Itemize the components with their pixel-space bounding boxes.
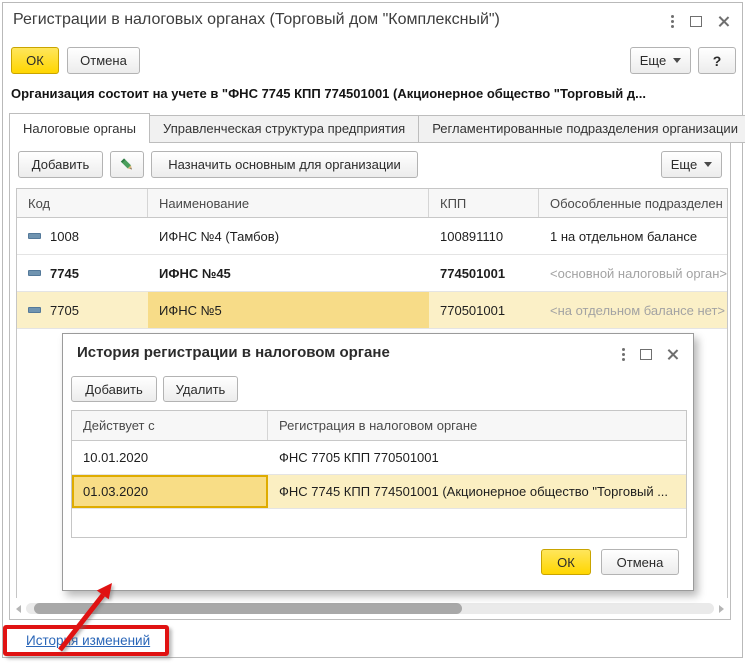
table-row[interactable]: 1008 ИФНС №4 (Тамбов) 100891110 1 на отд… [17, 218, 727, 255]
code-value: 7705 [50, 302, 79, 318]
panel-more-button[interactable]: Еще [661, 151, 722, 178]
chevron-down-icon [673, 58, 682, 63]
ok-button[interactable]: ОК [11, 47, 59, 74]
table-row-selected[interactable]: 7705 ИФНС №5 770501001 <на отдельном бал… [17, 292, 727, 329]
cell-kpp[interactable]: 100891110 [429, 218, 539, 254]
cell-kpp[interactable]: 774501001 [429, 255, 539, 291]
registration-history-dialog: История регистрации в налоговом органе Д… [62, 333, 694, 591]
cell-date[interactable]: 10.01.2020 [72, 441, 268, 474]
cell-code[interactable]: 7705 [17, 292, 148, 328]
edit-button[interactable] [110, 151, 144, 178]
help-button[interactable]: ? [698, 47, 736, 74]
more-button-label: Еще [639, 53, 667, 68]
dialog-close-icon[interactable] [666, 348, 679, 361]
dialog-add-button[interactable]: Добавить [71, 376, 157, 402]
dialog-menu-icon[interactable] [620, 347, 626, 361]
column-header-name[interactable]: Наименование [148, 189, 429, 217]
more-button[interactable]: Еще [630, 47, 691, 74]
table-row-selected[interactable]: 01.03.2020 ФНС 7745 КПП 774501001 (Акцио… [72, 475, 686, 509]
row-marker-icon [28, 307, 41, 313]
row-marker-icon [28, 270, 41, 276]
cell-registration[interactable]: ФНС 7745 КПП 774501001 (Акционерное обще… [268, 475, 686, 508]
dialog-delete-button[interactable]: Удалить [163, 376, 238, 402]
column-header-effective-date[interactable]: Действует с [72, 411, 268, 440]
table-header-row: Действует с Регистрация в налоговом орга… [72, 411, 686, 441]
cell-name[interactable]: ИФНС №4 (Тамбов) [148, 218, 429, 254]
dialog-cancel-button[interactable]: Отмена [601, 549, 679, 575]
tab-regulated-subdivisions[interactable]: Регламентированные подразделения организ… [418, 115, 745, 143]
tab-bar: Налоговые органы Управленческая структур… [9, 113, 745, 143]
table-row[interactable]: 10.01.2020 ФНС 7705 КПП 770501001 [72, 441, 686, 475]
tab-tax-authorities[interactable]: Налоговые органы [9, 113, 151, 143]
registration-info-text: Организация состоит на учете в "ФНС 7745… [11, 86, 646, 101]
history-of-changes-link[interactable]: История изменений [26, 633, 150, 648]
assign-main-button[interactable]: Назначить основным для организации [151, 151, 418, 178]
table-header-row: Код Наименование КПП Обособленные подраз… [17, 189, 727, 218]
cell-code[interactable]: 7745 [17, 255, 148, 291]
cell-subdivisions[interactable]: <на отдельном балансе нет> [539, 292, 727, 328]
chevron-down-icon [704, 162, 713, 167]
scroll-right-icon[interactable] [719, 605, 724, 613]
column-header-subdivisions[interactable]: Обособленные подразделен [539, 189, 727, 217]
cell-kpp[interactable]: 770501001 [429, 292, 539, 328]
cell-name-focused[interactable]: ИФНС №5 [148, 292, 429, 328]
column-header-code[interactable]: Код [17, 189, 148, 217]
window-menu-icon[interactable] [669, 14, 675, 28]
column-header-kpp[interactable]: КПП [429, 189, 539, 217]
dialog-window-controls [620, 347, 679, 361]
cell-name[interactable]: ИФНС №45 [148, 255, 429, 291]
registration-history-table: Действует с Регистрация в налоговом орга… [71, 410, 687, 538]
horizontal-scrollbar[interactable] [14, 602, 726, 615]
dialog-maximize-icon[interactable] [640, 348, 652, 360]
pencil-icon [120, 157, 132, 169]
window-controls [669, 14, 730, 28]
cell-code[interactable]: 1008 [17, 218, 148, 254]
window-maximize-icon[interactable] [690, 15, 702, 27]
window-title: Регистрации в налоговых органах (Торговы… [13, 11, 500, 28]
dialog-ok-button[interactable]: ОК [541, 549, 591, 575]
cell-subdivisions[interactable]: 1 на отдельном балансе [539, 218, 727, 254]
cancel-button[interactable]: Отмена [67, 47, 140, 74]
panel-more-label: Еще [670, 157, 698, 172]
code-value: 7745 [50, 265, 79, 281]
row-marker-icon [28, 233, 41, 239]
column-header-registration[interactable]: Регистрация в налоговом органе [268, 411, 686, 440]
scrollbar-thumb[interactable] [34, 603, 462, 614]
table-row[interactable]: 7745 ИФНС №45 774501001 <основной налого… [17, 255, 727, 292]
window-close-icon[interactable] [717, 15, 730, 28]
tab-management-structure[interactable]: Управленческая структура предприятия [149, 115, 420, 143]
cell-subdivisions[interactable]: <основной налоговый орган> [539, 255, 727, 291]
cell-registration[interactable]: ФНС 7705 КПП 770501001 [268, 441, 686, 474]
scrollbar-track[interactable] [26, 603, 714, 614]
scroll-left-icon[interactable] [16, 605, 21, 613]
code-value: 1008 [50, 228, 79, 244]
cell-date-focused[interactable]: 01.03.2020 [72, 475, 268, 508]
dialog-title: История регистрации в налоговом органе [77, 344, 390, 361]
add-button[interactable]: Добавить [18, 151, 103, 178]
